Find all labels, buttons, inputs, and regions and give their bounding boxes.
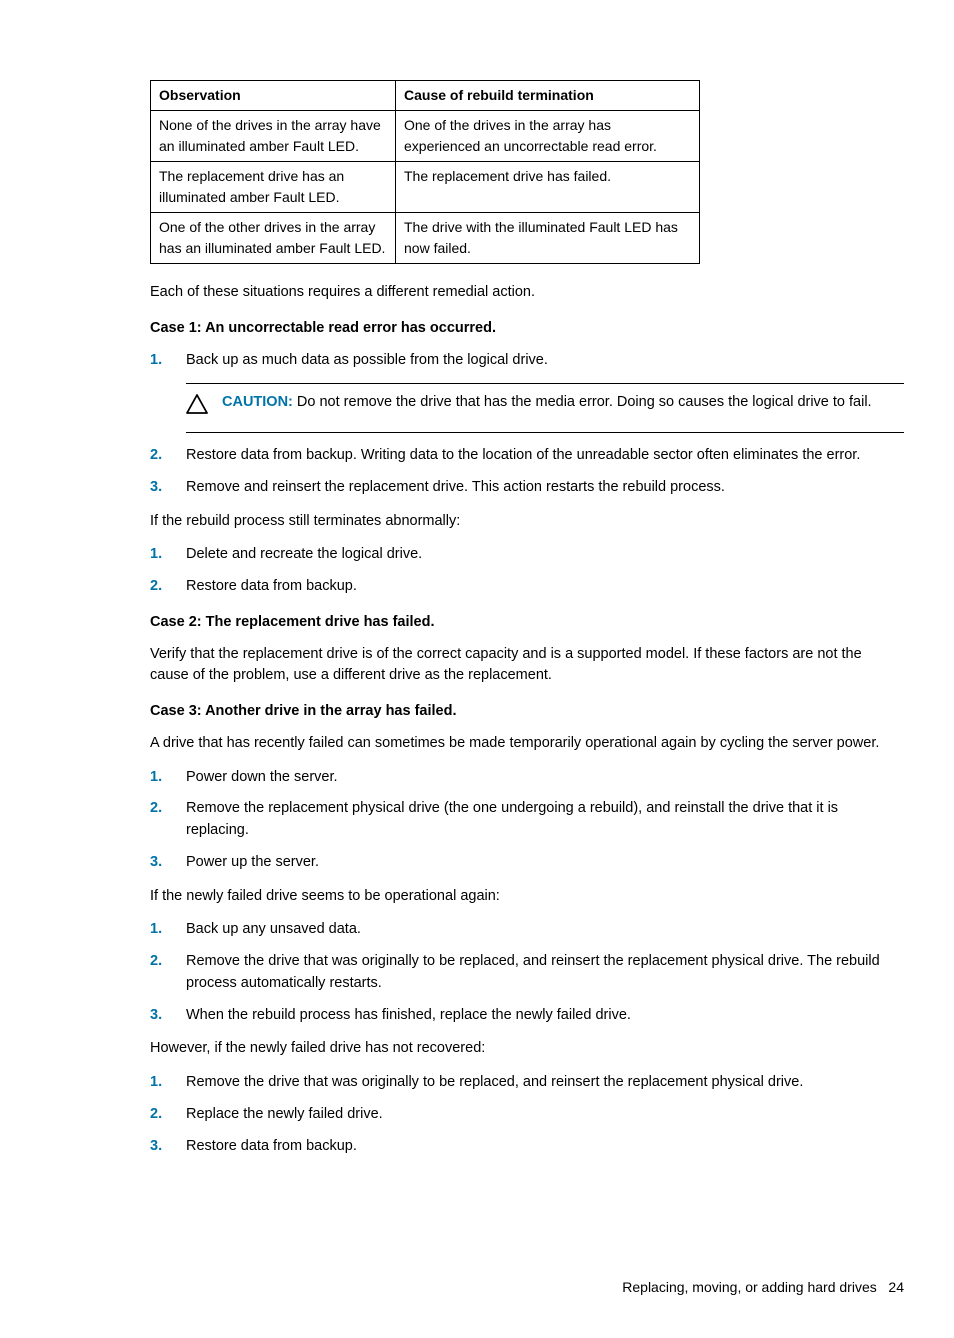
- step-number: 2.: [150, 951, 162, 973]
- step-text: Power up the server.: [186, 854, 319, 870]
- step-text: Remove the replacement physical drive (t…: [186, 800, 838, 838]
- list-item: 3. When the rebuild process has finished,…: [150, 1005, 904, 1027]
- step-number: 3.: [150, 1005, 162, 1027]
- page-number: 24: [888, 1279, 904, 1295]
- footer-title: Replacing, moving, or adding hard drives: [622, 1279, 876, 1295]
- step-number: 2.: [150, 445, 162, 467]
- list-item: 1. Remove the drive that was originally t…: [150, 1072, 904, 1094]
- list-item: 1. Back up as much data as possible from …: [150, 350, 904, 372]
- step-number: 1.: [150, 919, 162, 941]
- step-text: Restore data from backup. Writing data t…: [186, 447, 860, 463]
- list-item: 3. Restore data from backup.: [150, 1136, 904, 1158]
- step-text: Restore data from backup.: [186, 578, 357, 594]
- page-footer: Replacing, moving, or adding hard drives…: [150, 1277, 904, 1298]
- step-text: Remove the drive that was originally to …: [186, 953, 880, 991]
- step-text: Remove and reinsert the replacement driv…: [186, 479, 725, 495]
- step-number: 1.: [150, 767, 162, 789]
- list-item: 2. Remove the drive that was originally t…: [150, 951, 904, 995]
- case3-however-steps: 1. Remove the drive that was originally t…: [150, 1072, 904, 1157]
- list-item: 1. Back up any unsaved data.: [150, 919, 904, 941]
- cell-obs-0: None of the drives in the array have an …: [151, 111, 396, 162]
- step-text: Back up as much data as possible from th…: [186, 352, 548, 368]
- case3-steps: 1. Power down the server. 2. Remove the re…: [150, 767, 904, 874]
- table-header-row: Observation Cause of rebuild termination: [151, 81, 700, 111]
- case3-text: A drive that has recently failed can som…: [150, 733, 904, 755]
- case1-steps-cont: 2. Restore data from backup. Writing data…: [150, 445, 904, 499]
- step-number: 2.: [150, 798, 162, 820]
- step-number: 2.: [150, 576, 162, 598]
- th-observation: Observation: [151, 81, 396, 111]
- list-item: 3. Power up the server.: [150, 852, 904, 874]
- table-row: None of the drives in the array have an …: [151, 111, 700, 162]
- list-item: 3. Remove and reinsert the replacement dr…: [150, 477, 904, 499]
- step-text: Delete and recreate the logical drive.: [186, 546, 422, 562]
- list-item: 2. Restore data from backup.: [150, 576, 904, 598]
- th-cause: Cause of rebuild termination: [396, 81, 700, 111]
- cell-obs-2: One of the other drives in the array has…: [151, 213, 396, 264]
- list-item: 2. Restore data from backup. Writing data…: [150, 445, 904, 467]
- case3-however-text: However, if the newly failed drive has n…: [150, 1038, 904, 1060]
- case3-if-text: If the newly failed drive seems to be op…: [150, 886, 904, 908]
- list-item: 2. Replace the newly failed drive.: [150, 1104, 904, 1126]
- cell-cause-0: One of the drives in the array has exper…: [396, 111, 700, 162]
- cell-cause-1: The replacement drive has failed.: [396, 162, 700, 213]
- step-number: 1.: [150, 1072, 162, 1094]
- list-item: 1. Delete and recreate the logical drive.: [150, 544, 904, 566]
- step-text: When the rebuild process has finished, r…: [186, 1007, 631, 1023]
- cell-obs-1: The replacement drive has an illuminated…: [151, 162, 396, 213]
- table-row: One of the other drives in the array has…: [151, 213, 700, 264]
- caution-body: Do not remove the drive that has the med…: [297, 394, 872, 410]
- intro-text: Each of these situations requires a diff…: [150, 282, 904, 304]
- step-number: 2.: [150, 1104, 162, 1126]
- table-row: The replacement drive has an illuminated…: [151, 162, 700, 213]
- case1-steps: 1. Back up as much data as possible from …: [150, 350, 904, 372]
- step-text: Replace the newly failed drive.: [186, 1106, 383, 1122]
- caution-label: CAUTION:: [222, 394, 293, 410]
- case1-if-steps: 1. Delete and recreate the logical drive.…: [150, 544, 904, 598]
- case2-title: Case 2: The replacement drive has failed…: [150, 612, 904, 634]
- step-text: Back up any unsaved data.: [186, 921, 361, 937]
- list-item: 1. Power down the server.: [150, 767, 904, 789]
- case1-if-text: If the rebuild process still terminates …: [150, 511, 904, 533]
- list-item: 2. Remove the replacement physical drive …: [150, 798, 904, 842]
- cell-cause-2: The drive with the illuminated Fault LED…: [396, 213, 700, 264]
- step-number: 3.: [150, 1136, 162, 1158]
- step-text: Restore data from backup.: [186, 1138, 357, 1154]
- caution-icon: [186, 394, 208, 422]
- step-number: 3.: [150, 477, 162, 499]
- step-text: Remove the drive that was originally to …: [186, 1074, 803, 1090]
- step-text: Power down the server.: [186, 769, 338, 785]
- step-number: 1.: [150, 350, 162, 372]
- case1-title: Case 1: An uncorrectable read error has …: [150, 318, 904, 340]
- case2-text: Verify that the replacement drive is of …: [150, 644, 904, 688]
- termination-table: Observation Cause of rebuild termination…: [150, 80, 700, 264]
- step-number: 3.: [150, 852, 162, 874]
- case3-title: Case 3: Another drive in the array has f…: [150, 701, 904, 723]
- caution-box: CAUTION: Do not remove the drive that ha…: [186, 383, 904, 433]
- caution-content: CAUTION: Do not remove the drive that ha…: [222, 392, 904, 414]
- case3-if-steps: 1. Back up any unsaved data. 2. Remove the…: [150, 919, 904, 1026]
- step-number: 1.: [150, 544, 162, 566]
